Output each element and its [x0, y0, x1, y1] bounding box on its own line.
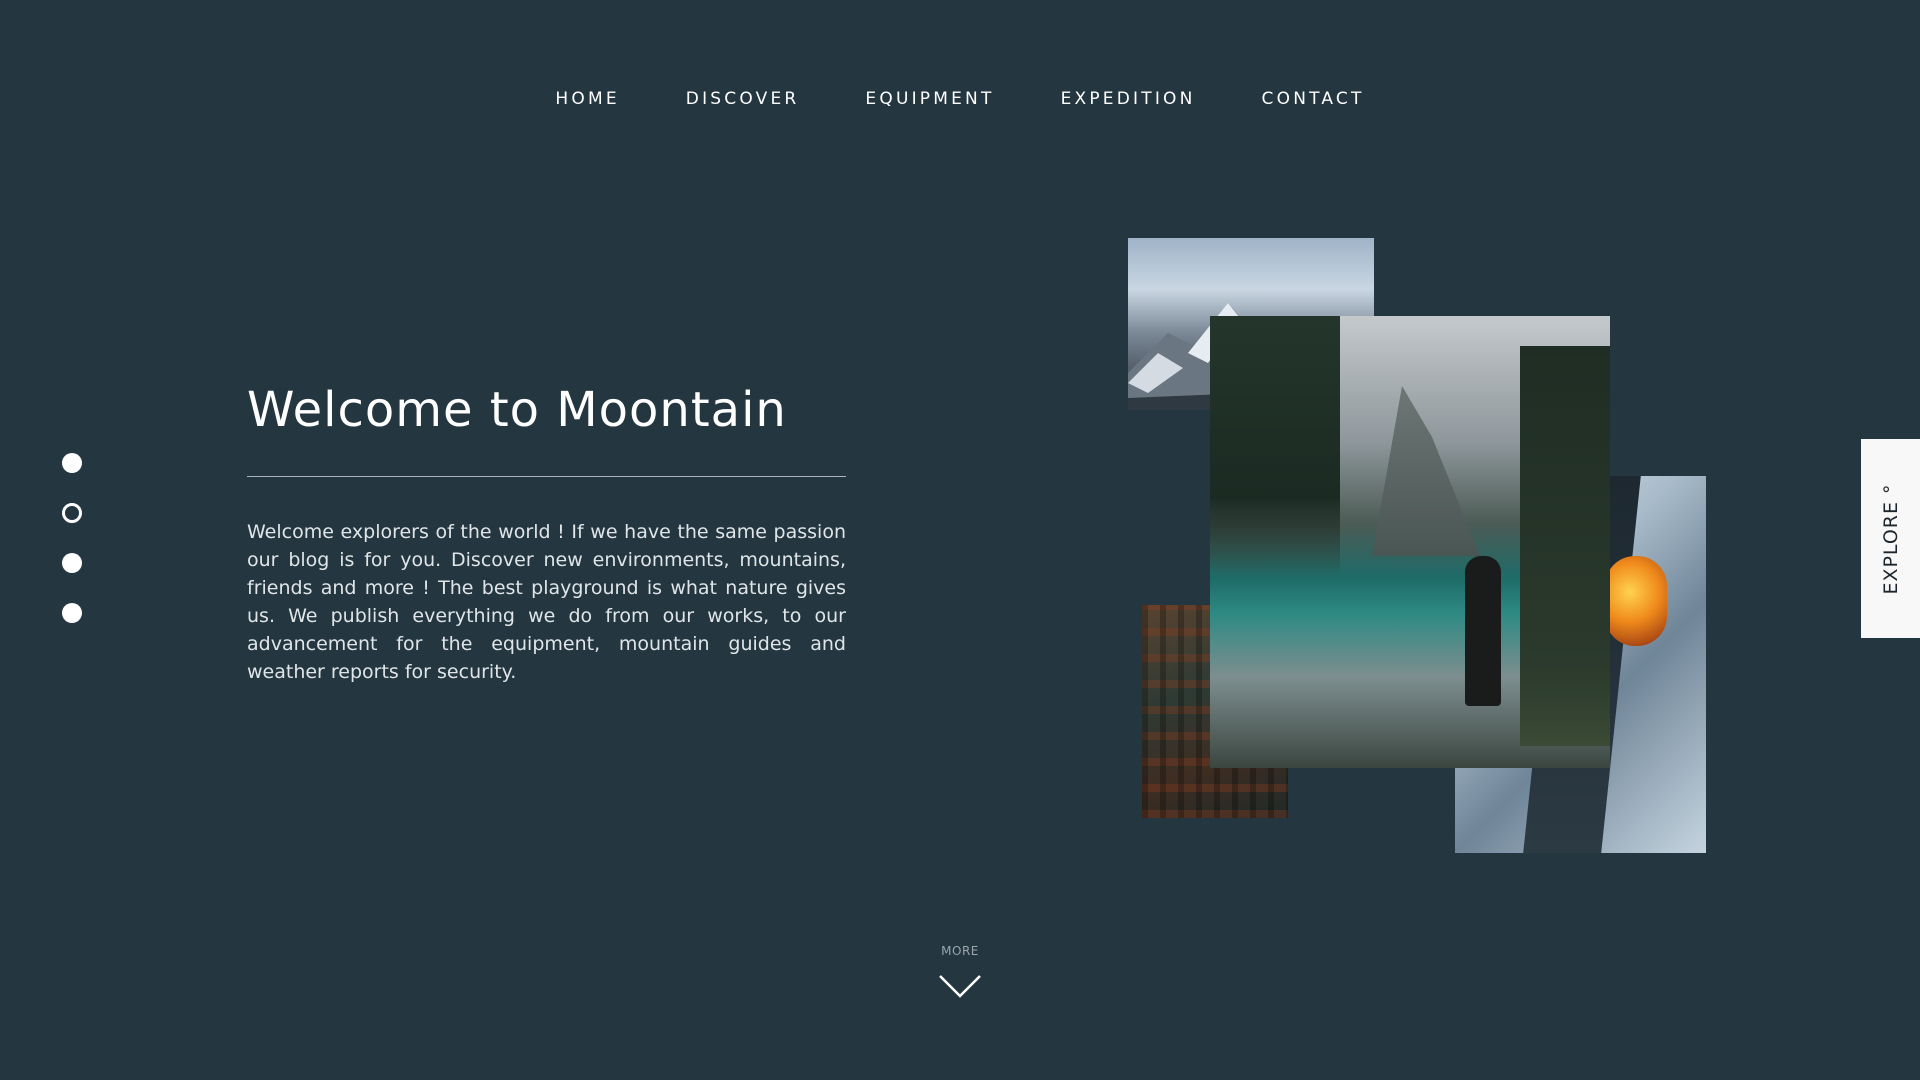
mountain-lake-photo [1210, 316, 1610, 768]
nav-discover[interactable]: DISCOVER [686, 88, 800, 110]
nav-contact[interactable]: CONTACT [1262, 88, 1365, 110]
hero-description: Welcome explorers of the world ! If we h… [247, 521, 846, 683]
nav-equipment[interactable]: EQUIPMENT [865, 88, 994, 110]
chevron-down-icon [939, 975, 981, 998]
more-label: MORE [941, 944, 979, 958]
hero-divider [247, 476, 846, 477]
goggles-graphic [1605, 556, 1667, 646]
nav-home[interactable]: HOME [555, 88, 619, 110]
nav-expedition[interactable]: EXPEDITION [1061, 88, 1196, 110]
explore-tab[interactable]: EXPLORE ° [1861, 439, 1920, 638]
main-nav: HOME DISCOVER EQUIPMENT EXPEDITION CONTA… [0, 88, 1920, 110]
slide-dot-3[interactable] [62, 553, 82, 573]
hiker-silhouette-graphic [1465, 556, 1501, 706]
slide-pagination [62, 453, 82, 623]
slide-dot-1[interactable] [62, 453, 82, 473]
more-button[interactable]: MORE [910, 944, 1010, 998]
forest-right-graphic [1520, 346, 1610, 746]
cliff-graphic [1372, 386, 1480, 556]
page: HOME DISCOVER EQUIPMENT EXPEDITION CONTA… [0, 0, 1920, 1080]
hero-title: Welcome to Moontain [247, 382, 787, 438]
slide-dot-2-active[interactable] [62, 503, 82, 523]
forest-left-graphic [1210, 316, 1340, 576]
explore-label: EXPLORE ° [1879, 482, 1902, 595]
slide-dot-4[interactable] [62, 603, 82, 623]
